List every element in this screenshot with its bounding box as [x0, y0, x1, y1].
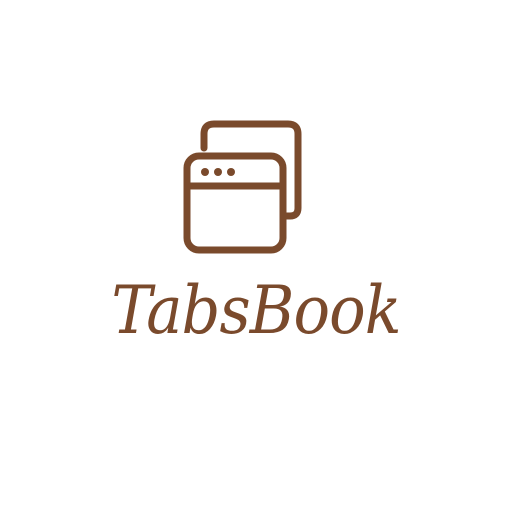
window-dot — [201, 168, 209, 176]
logo-page: TabsBook — [0, 0, 512, 512]
front-window-outline — [183, 152, 287, 254]
brand-wordmark: TabsBook — [111, 272, 401, 349]
window-dot — [227, 168, 235, 176]
window-dot — [214, 168, 222, 176]
browser-tabs-icon — [183, 120, 302, 254]
